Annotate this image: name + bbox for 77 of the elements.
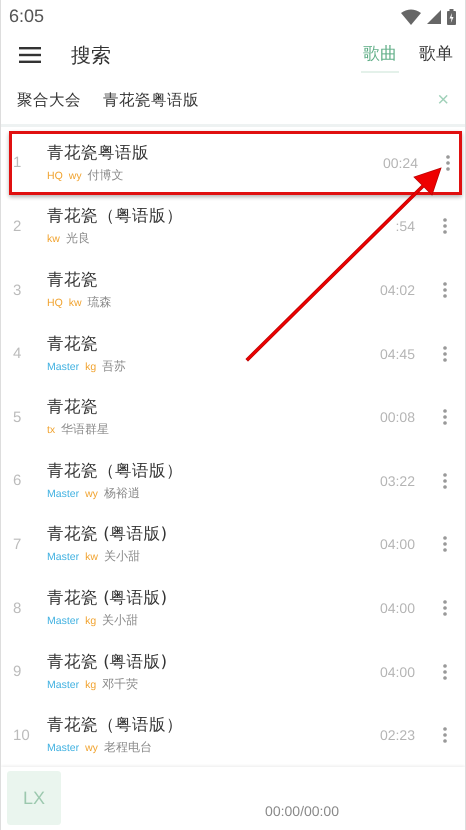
track-number: 2 [13,218,22,235]
quality-tag: kw [85,551,98,564]
song-title: 青花瓷 (粤语版) [47,587,168,609]
tab[interactable]: 歌单 [417,38,455,73]
quality-tag: kg [85,360,96,373]
track-number: 10 [13,726,31,744]
track-number: 8 [13,600,22,616]
more-icon[interactable] [441,409,449,426]
artist-name: 琉森 [88,294,112,312]
quality-tag: kg [85,678,96,691]
track-number: 1 [13,154,22,172]
song-title: 青花瓷（粤语版） [47,714,184,736]
play-time: 00:00/00:00 [265,803,339,820]
signal-icon [427,10,441,24]
artist-name: 华语群星 [61,421,110,438]
track-number: 3 [13,282,22,299]
duration: 04:00 [380,664,415,680]
more-icon[interactable] [441,600,449,616]
track-number: 9 [13,663,22,680]
duration: 00:24 [382,154,418,171]
song-title: 青花瓷粤语版 [47,142,150,164]
artist-name: 杨裕逍 [104,484,140,502]
duration: :54 [396,218,415,234]
more-icon[interactable] [441,218,449,234]
more-icon[interactable] [444,154,452,171]
quality-tag: kg [85,615,96,627]
artist-name: 邓千荧 [102,676,138,693]
source-selector[interactable]: 聚合大会 [17,90,81,111]
more-icon[interactable] [441,664,449,680]
duration: 04:00 [380,536,415,552]
song-title: 青花瓷 (粤语版) [47,650,168,673]
more-icon[interactable] [441,472,449,489]
page-title: 搜索 [71,42,112,69]
duration: 04:45 [380,346,415,362]
quality-tag: kw [68,297,82,310]
song-title: 青花瓷（粤语版） [47,205,184,228]
menu-icon[interactable] [19,47,41,64]
song-title: 青花瓷 [47,396,99,418]
song-title: 青花瓷（粤语版） [47,460,184,482]
quality-tag: wy [85,742,98,754]
artist-name: 吾苏 [102,358,126,375]
more-icon[interactable] [441,536,449,552]
artist-name: 光良 [66,230,90,248]
duration: 00:08 [380,409,415,426]
track-number: 7 [13,536,22,553]
song-title: 青花瓷 [47,269,99,292]
artist-name: 关小甜 [104,548,140,566]
quality-tag: kw [47,233,60,246]
quality-tag: Master [47,551,80,564]
duration: 04:02 [380,282,415,298]
more-icon[interactable] [441,282,449,298]
quality-tag: HQ [47,297,63,310]
track-number: 6 [13,472,22,490]
wifi-icon [401,8,421,25]
song-title: 青花瓷 (粤语版) [47,523,168,546]
quality-tag: Master [47,488,80,500]
quality-tag: Master [47,742,80,754]
artist-name: 关小甜 [102,612,138,629]
quality-tag: Master [47,678,80,691]
quality-tag: Master [47,615,80,627]
quality-tag: wy [68,170,82,182]
more-icon[interactable] [441,727,449,744]
duration: 04:00 [380,600,415,616]
track-number: 5 [13,408,22,426]
quality-tag: tx [47,424,56,436]
artist-name: 付博文 [88,166,124,184]
artist-name: 老程电台 [104,739,152,756]
quality-tag: HQ [47,170,63,182]
battery-icon [447,8,456,25]
quality-tag: Master [47,360,80,373]
song-title: 青花瓷 [47,332,99,355]
more-icon[interactable] [441,346,449,362]
track-number: 4 [13,345,22,362]
status-time: 6:05 [9,6,44,28]
duration: 03:22 [380,472,415,489]
duration: 02:23 [380,727,415,744]
quality-tag: wy [85,488,98,500]
